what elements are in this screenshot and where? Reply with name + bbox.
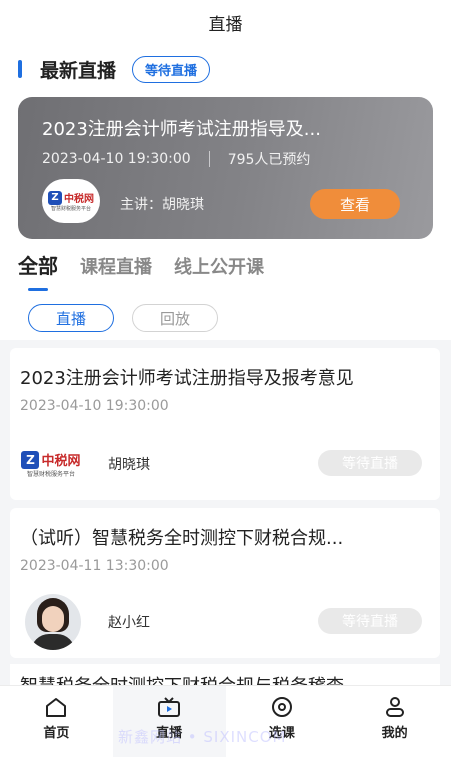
status-badge: 等待直播 (318, 608, 422, 634)
list-item[interactable]: （试听）智慧税务全时测控下财税合规... 2023-04-11 13:30:00… (10, 508, 440, 658)
active-tab-indicator (28, 288, 48, 291)
featured-live-card[interactable]: 2023注册会计师考试注册指导及... 2023-04-10 19:30:00 … (18, 97, 433, 239)
featured-meta: 2023-04-10 19:30:00 795人已预约 (42, 149, 310, 169)
logo-mark-icon: Z (21, 450, 40, 469)
tabbar-home[interactable]: 首页 (0, 686, 113, 757)
section-accent-bar (18, 60, 22, 78)
tabbar-profile[interactable]: 我的 (338, 686, 451, 757)
logo-tagline: 智慧财税服务平台 (50, 206, 91, 212)
section-title: 最新直播 (40, 59, 117, 82)
logo-name: 中税网 (64, 194, 94, 205)
filter-live[interactable]: 直播 (28, 304, 114, 332)
featured-datetime: 2023-04-10 19:30:00 (42, 151, 191, 167)
live-title: （试听）智慧税务全时测控下财税合规... (20, 528, 344, 549)
tabbar-label: 首页 (43, 726, 70, 741)
status-badge: 等待直播 (318, 450, 422, 476)
section-status-pill: 等待直播 (132, 55, 211, 83)
featured-reservations: 795人已预约 (227, 152, 311, 168)
tab-open-class[interactable]: 线上公开课 (174, 253, 264, 279)
taxchina-logo: Z 中税网 智慧财税服务平台 (42, 179, 100, 223)
page-title: 直播 (208, 14, 243, 35)
home-icon (46, 698, 67, 717)
tv-play-icon (158, 697, 181, 717)
live-datetime: 2023-04-11 13:30:00 (20, 558, 169, 574)
live-datetime: 2023-04-10 19:30:00 (20, 398, 169, 414)
user-icon (385, 697, 404, 717)
tab-course-live[interactable]: 课程直播 (80, 253, 152, 279)
featured-teacher: 主讲：胡晓琪 (120, 197, 204, 213)
view-button[interactable]: 查看 (310, 189, 400, 219)
filter-replay[interactable]: 回放 (132, 304, 218, 332)
list-item[interactable]: 2023注册会计师考试注册指导及报考意见 2023-04-10 19:30:00… (10, 348, 440, 500)
filter-chips: 直播 回放 (28, 304, 236, 332)
logo-name: 中税网 (41, 454, 81, 469)
avatar (18, 594, 88, 650)
teacher-photo (25, 594, 81, 650)
target-icon (271, 697, 292, 717)
logo-tagline: 智慧财税服务平台 (26, 471, 75, 478)
live-title: 2023注册会计师考试注册指导及报考意见 (20, 368, 354, 389)
taxchina-logo: Z 中税网 智慧财税服务平台 (16, 436, 86, 492)
live-teacher: 赵小红 (108, 615, 150, 631)
tabbar-label: 我的 (381, 726, 408, 741)
meta-divider (208, 151, 210, 167)
latest-live-header: 最新直播 等待直播 (0, 44, 451, 94)
featured-title: 2023注册会计师考试注册指导及... (42, 119, 321, 140)
category-tabs: 全部 课程直播 线上公开课 (18, 250, 286, 279)
watermark: 新鑫网站 • SIXINCOM (118, 728, 287, 746)
tab-all[interactable]: 全部 (18, 250, 58, 279)
logo-mark-icon: Z (48, 190, 62, 205)
top-bar: 直播 (0, 0, 451, 44)
live-teacher: 胡晓琪 (108, 457, 150, 473)
